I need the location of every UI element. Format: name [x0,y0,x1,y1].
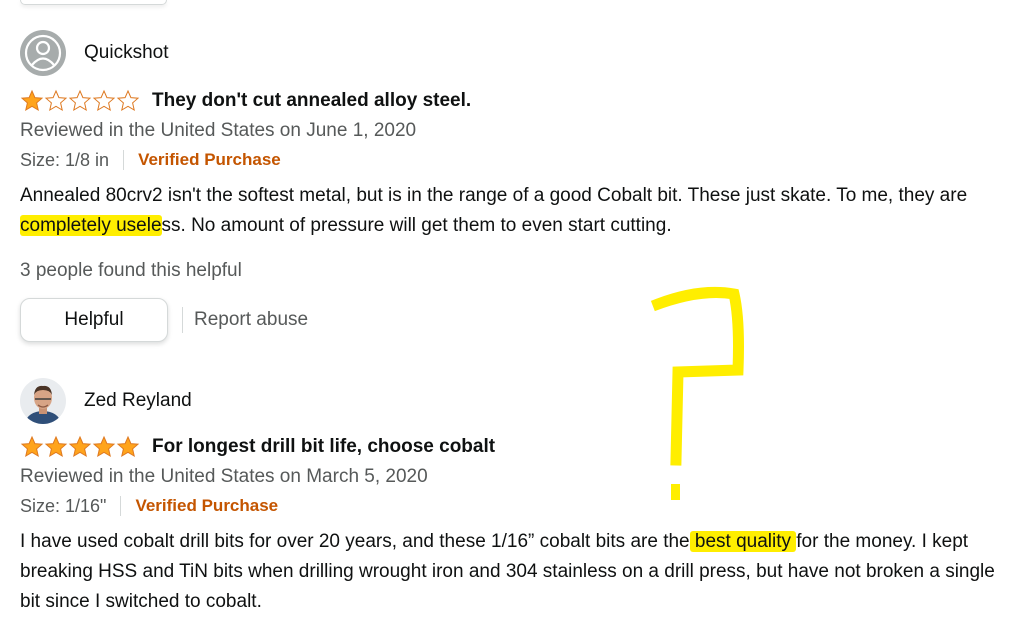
star-filled-icon [68,435,92,458]
review-title[interactable]: For longest drill bit life, choose cobal… [152,436,495,458]
highlighted-text: completely usele [20,215,162,236]
review-body: Annealed 80crv2 isn't the softest metal,… [20,181,1015,241]
report-abuse-link[interactable]: Report abuse [194,309,308,331]
review-title-row: They don't cut annealed alloy steel. [20,88,1020,114]
divider [123,150,125,170]
star-empty-icon [92,89,116,112]
review-meta: Size: 1/16" Verified Purchase [20,493,1020,519]
default-avatar-icon [20,30,66,76]
reviewer-name[interactable]: Quickshot [84,42,168,64]
review-date: Reviewed in the United States on March 5… [20,466,428,487]
review-title[interactable]: They don't cut annealed alloy steel. [152,90,471,112]
user-photo-avatar [20,378,66,424]
star-empty-icon [44,89,68,112]
review-quickshot: Quickshot They don't cut annealed alloy … [20,30,1020,342]
star-rating[interactable] [20,435,140,459]
star-filled-icon [92,435,116,458]
question-mark-annotation-icon [650,286,744,500]
star-filled-icon [20,89,44,112]
star-filled-icon [116,435,140,458]
reviewer-name[interactable]: Zed Reyland [84,390,192,412]
review-meta: Size: 1/8 in Verified Purchase [20,147,1020,173]
review-body-part: Annealed 80crv2 isn't the softest metal,… [20,185,968,206]
verified-purchase-badge: Verified Purchase [138,150,281,169]
divider [120,496,122,516]
review-zed-reyland: Zed Reyland For longest drill bit life, … [20,378,1020,617]
size-option: Size: 1/8 in [20,149,110,170]
review-body-part: I have used cobalt drill bits for over 2… [20,531,690,552]
review-body-part: ss. No amount of pressure will get them … [161,215,672,236]
star-filled-icon [20,435,44,458]
size-option: Size: 1/16" [20,495,107,516]
star-filled-icon [44,435,68,458]
review-body: I have used cobalt drill bits for over 2… [20,527,1020,617]
star-rating[interactable] [20,89,140,113]
highlighted-text: best quality [689,531,797,552]
review-title-row: For longest drill bit life, choose cobal… [20,434,1020,460]
reviewer-profile[interactable]: Quickshot [20,30,1020,76]
previous-review-button-edge [20,0,167,5]
divider [182,307,183,333]
review-date: Reviewed in the United States on June 1,… [20,120,417,141]
star-empty-icon [68,89,92,112]
verified-purchase-badge: Verified Purchase [135,496,279,515]
star-empty-icon [116,89,140,112]
review-actions: Helpful Report abuse [20,298,1020,342]
helpful-button[interactable]: Helpful [20,298,168,342]
helpful-count: 3 people found this helpful [20,260,242,281]
reviewer-profile[interactable]: Zed Reyland [20,378,1020,424]
